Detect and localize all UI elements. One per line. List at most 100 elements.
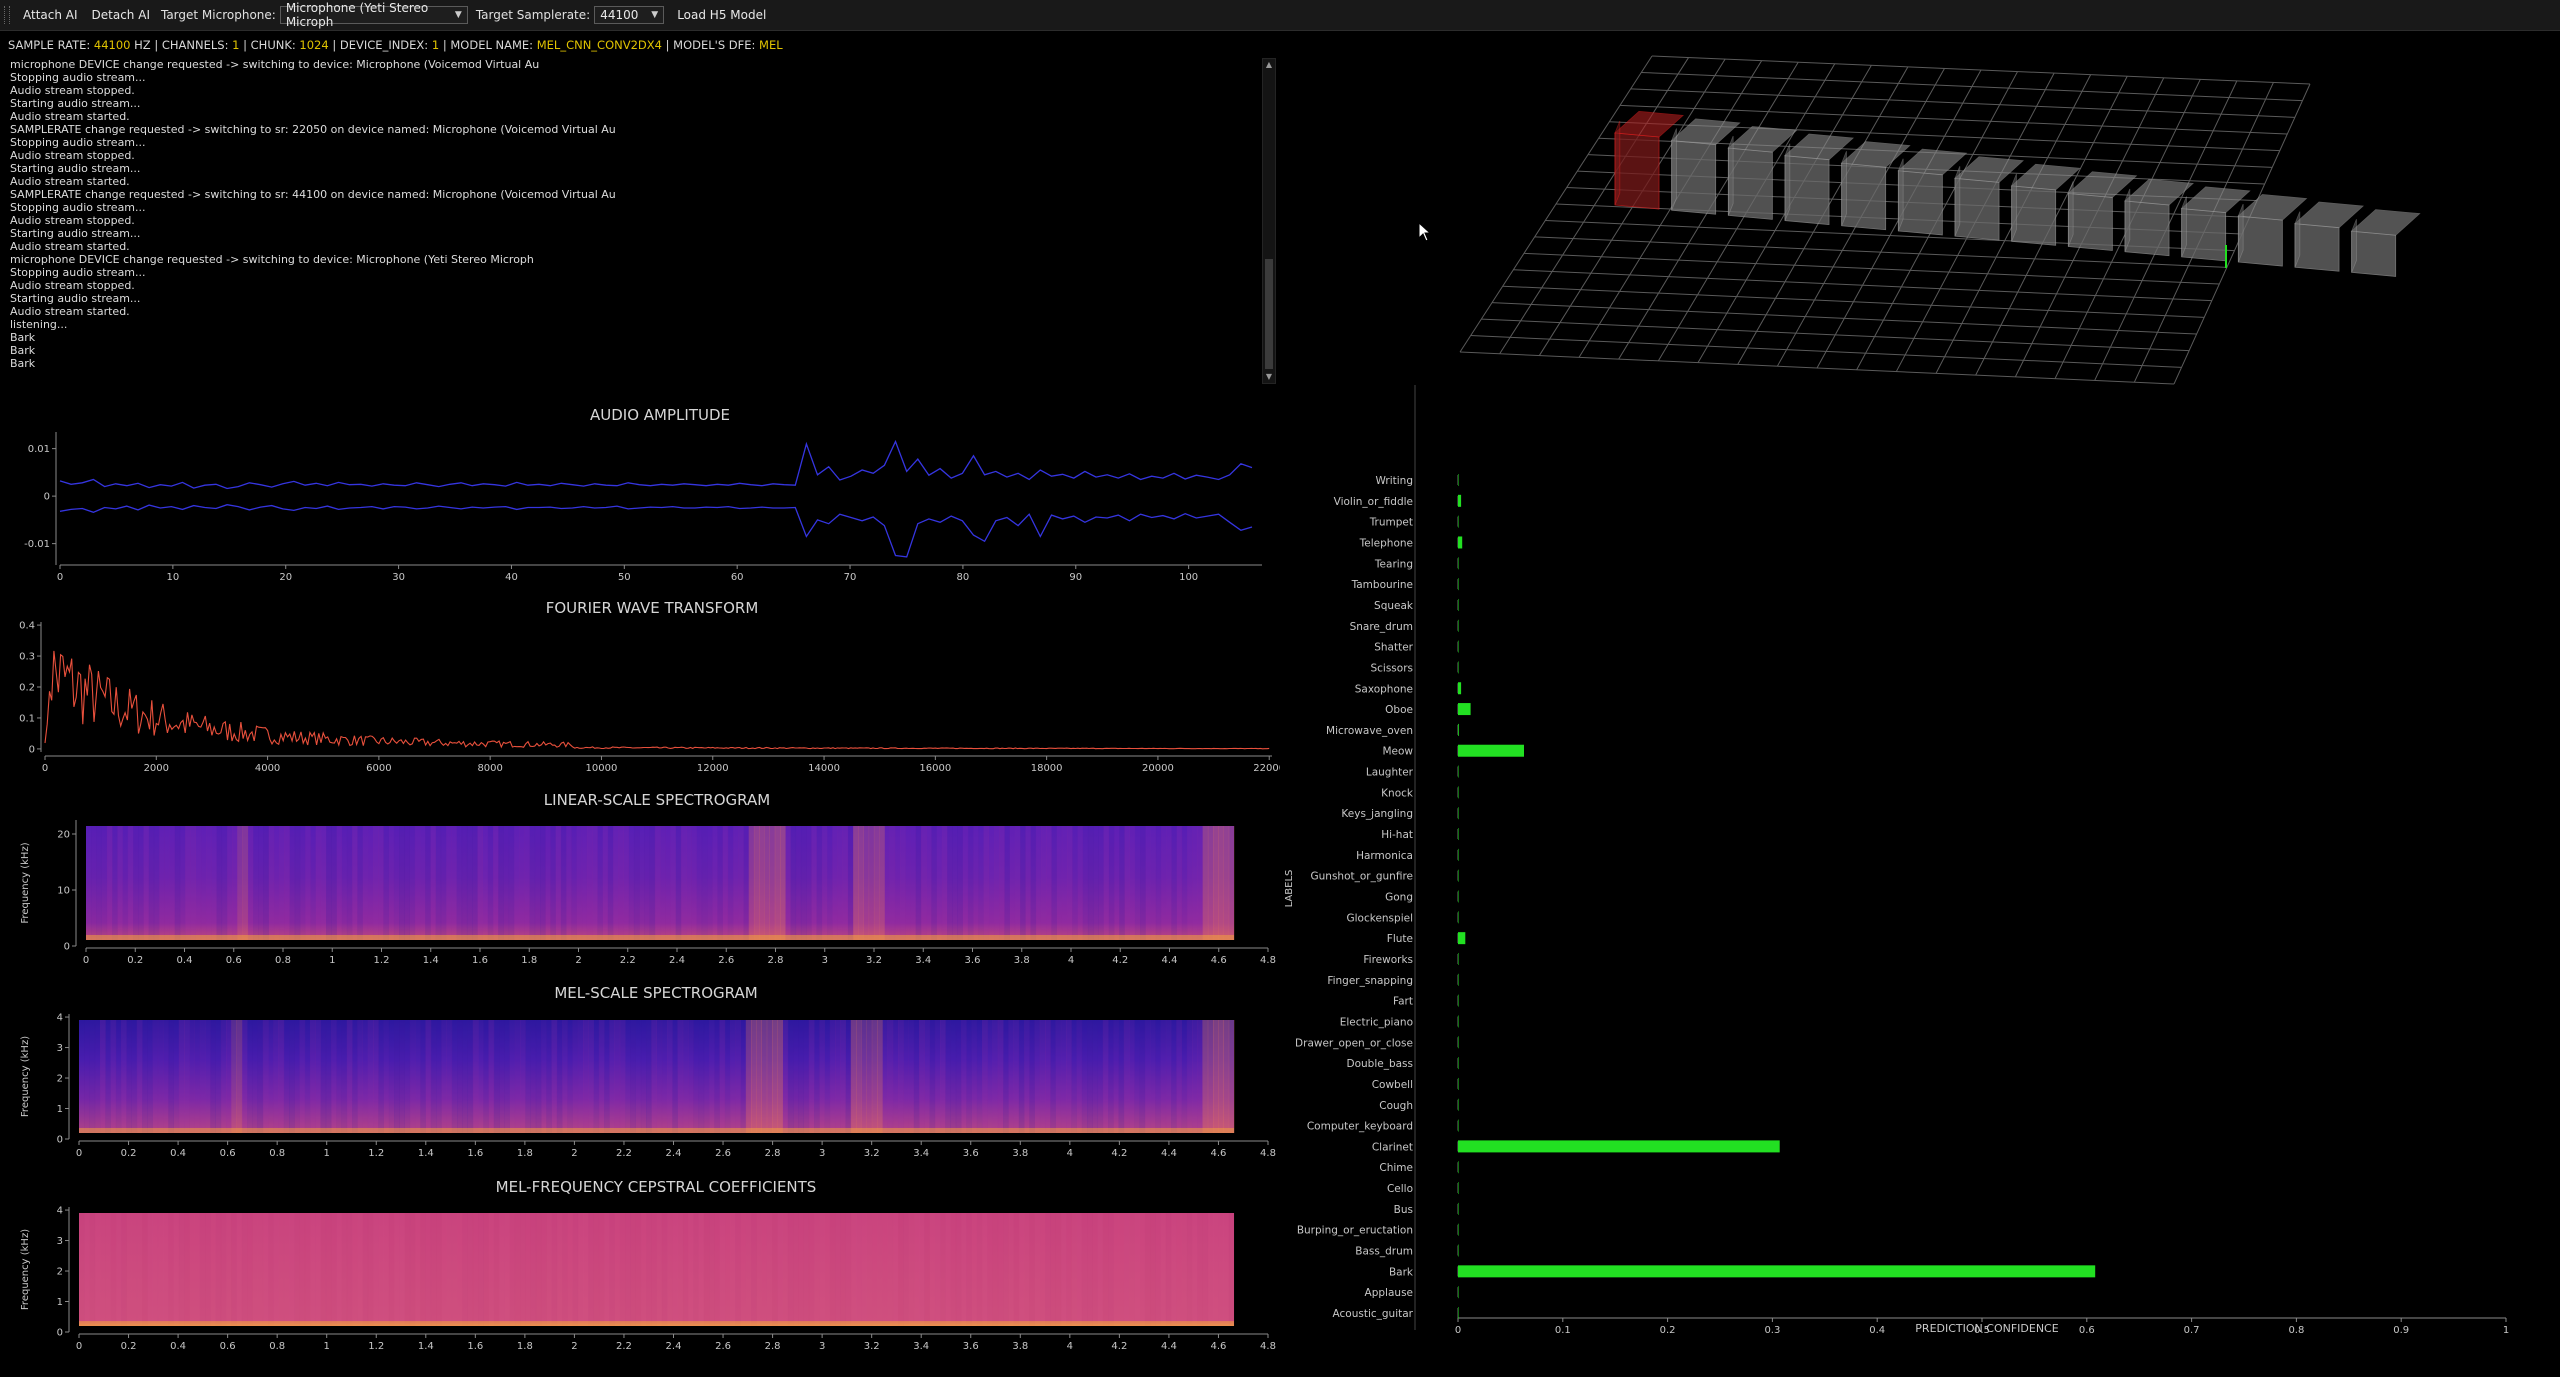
mfcc-column bbox=[367, 1213, 374, 1326]
linear-spectrogram-x-tick-label: 2.2 bbox=[620, 955, 636, 966]
mel-spectrogram-x-tick-label: 0.2 bbox=[121, 1148, 137, 1159]
mfcc-column bbox=[205, 1213, 211, 1326]
mel-spectrogram-column bbox=[693, 1020, 699, 1133]
mfcc-column bbox=[446, 1213, 453, 1326]
linear-spectrogram-column bbox=[1213, 826, 1219, 940]
linear-spectrogram-column bbox=[1129, 826, 1136, 940]
mel-spectrogram-column bbox=[619, 1020, 626, 1133]
mfcc-column bbox=[436, 1213, 442, 1326]
prediction-bar bbox=[1458, 911, 1459, 924]
mel-spectrogram-column bbox=[289, 1020, 295, 1133]
mel-spectrogram-column bbox=[1055, 1020, 1062, 1133]
mfcc-column bbox=[814, 1213, 820, 1326]
mfcc-column bbox=[383, 1213, 390, 1326]
mel-spectrogram-x-tick-label: 1.6 bbox=[467, 1148, 483, 1159]
mel-spectrogram-column bbox=[882, 1020, 888, 1133]
mfcc-column bbox=[1213, 1213, 1219, 1326]
mfcc-column bbox=[976, 1213, 983, 1326]
mel-spectrogram-x-tick-label: 0 bbox=[76, 1148, 82, 1159]
mel-spectrogram-column bbox=[756, 1020, 762, 1133]
prediction-x-tick-label: 0.6 bbox=[2079, 1325, 2095, 1336]
linear-spectrogram-column bbox=[367, 826, 374, 940]
mel-spectrogram-column bbox=[724, 1020, 731, 1133]
prediction-x-tick-label: 0.1 bbox=[1555, 1325, 1571, 1336]
prediction-x-tick-label: 0.8 bbox=[2288, 1325, 2304, 1336]
mel-spectrogram-column bbox=[1186, 1020, 1193, 1133]
linear-spectrogram-column bbox=[894, 826, 901, 940]
prediction-bar bbox=[1458, 1036, 1459, 1049]
mfcc-column bbox=[651, 1213, 657, 1326]
mfcc-column bbox=[1102, 1213, 1109, 1326]
mel-spectrogram-column bbox=[651, 1020, 657, 1133]
mfcc-column bbox=[441, 1213, 447, 1326]
mel-spectrogram-column bbox=[661, 1020, 668, 1133]
3d-box-front bbox=[2181, 208, 2227, 262]
prediction-label: Electric_piano bbox=[1340, 1016, 1413, 1028]
mfcc-column bbox=[903, 1213, 909, 1326]
mfcc-x-tick-label: 4.6 bbox=[1211, 1341, 1227, 1352]
linear-spectrogram-column bbox=[346, 826, 353, 940]
mfcc-column bbox=[425, 1213, 432, 1326]
mel-spectrogram-column bbox=[1003, 1020, 1009, 1133]
3d-box-front bbox=[1897, 170, 1943, 236]
mel-spectrogram-column bbox=[488, 1020, 495, 1133]
mfcc-column bbox=[105, 1213, 111, 1326]
mfcc-column bbox=[1223, 1213, 1230, 1326]
prediction-bar bbox=[1458, 890, 1459, 903]
linear-spectrogram-column bbox=[122, 826, 129, 940]
linear-spectrogram-column bbox=[780, 826, 786, 940]
linear-spectrogram-column bbox=[654, 826, 661, 940]
mel-spectrogram-x-tick-label: 1.2 bbox=[368, 1148, 384, 1159]
linear-spectrogram-column bbox=[832, 826, 838, 940]
3d-box-side bbox=[2067, 181, 2074, 247]
linear-spectrogram-column bbox=[1124, 826, 1130, 940]
linear-spectrogram-column bbox=[169, 826, 176, 940]
mfcc-column bbox=[609, 1213, 615, 1326]
mfcc-column bbox=[782, 1213, 789, 1326]
linear-spectrogram-column bbox=[947, 826, 953, 940]
3d-box-side bbox=[1671, 128, 1677, 211]
mfcc-column bbox=[861, 1213, 867, 1326]
mfcc-column bbox=[829, 1213, 836, 1326]
linear-spectrogram-y-tick-label: 0 bbox=[64, 942, 70, 953]
mel-spectrogram-column bbox=[126, 1020, 132, 1133]
linear-spectrogram-column bbox=[1072, 826, 1078, 940]
mel-spectrogram-column bbox=[992, 1020, 999, 1133]
linear-spectrogram-column bbox=[498, 826, 504, 940]
mel-spectrogram-column bbox=[950, 1020, 957, 1133]
mel-spectrogram-column bbox=[782, 1020, 789, 1133]
prediction-bar bbox=[1458, 1286, 1459, 1299]
prediction-bar bbox=[1458, 1098, 1459, 1111]
mel-spectrogram-column bbox=[892, 1020, 899, 1133]
3d-prediction-visualizer[interactable] bbox=[1380, 40, 2480, 430]
linear-spectrogram-column bbox=[743, 826, 750, 940]
mfcc-column bbox=[1150, 1213, 1156, 1326]
linear-spectrogram-column bbox=[273, 826, 280, 940]
linear-spectrogram-column bbox=[1187, 826, 1193, 940]
linear-spectrogram-column bbox=[858, 826, 864, 940]
linear-spectrogram-column bbox=[639, 826, 645, 940]
mel-spectrogram-column bbox=[283, 1020, 290, 1133]
prediction-bar bbox=[1458, 744, 1524, 757]
mel-spectrogram-column bbox=[1008, 1020, 1014, 1133]
prediction-label: Violin_or_fiddle bbox=[1334, 496, 1413, 508]
linear-spectrogram-column bbox=[279, 826, 285, 940]
mfcc-y-tick-label: 0 bbox=[57, 1328, 63, 1339]
mfcc-x-tick-label: 0.6 bbox=[220, 1341, 236, 1352]
prediction-label: Oboe bbox=[1385, 704, 1413, 716]
prediction-bar bbox=[1458, 807, 1459, 820]
linear-spectrogram-column bbox=[420, 826, 426, 940]
linear-spectrogram-column bbox=[352, 826, 358, 940]
linear-spectrogram-column bbox=[487, 826, 494, 940]
mfcc-column bbox=[787, 1213, 794, 1326]
linear-spectrogram-column bbox=[503, 826, 510, 940]
mfcc-column bbox=[420, 1213, 426, 1326]
mel-spectrogram-column bbox=[136, 1020, 143, 1133]
linear-spectrogram-column bbox=[461, 826, 468, 940]
mfcc-column bbox=[835, 1213, 841, 1326]
mfcc-column bbox=[1039, 1213, 1046, 1326]
mel-spectrogram-column bbox=[105, 1020, 111, 1133]
linear-spectrogram-column bbox=[472, 826, 478, 940]
mel-spectrogram-column bbox=[388, 1020, 395, 1133]
linear-spectrogram-column bbox=[414, 826, 421, 940]
